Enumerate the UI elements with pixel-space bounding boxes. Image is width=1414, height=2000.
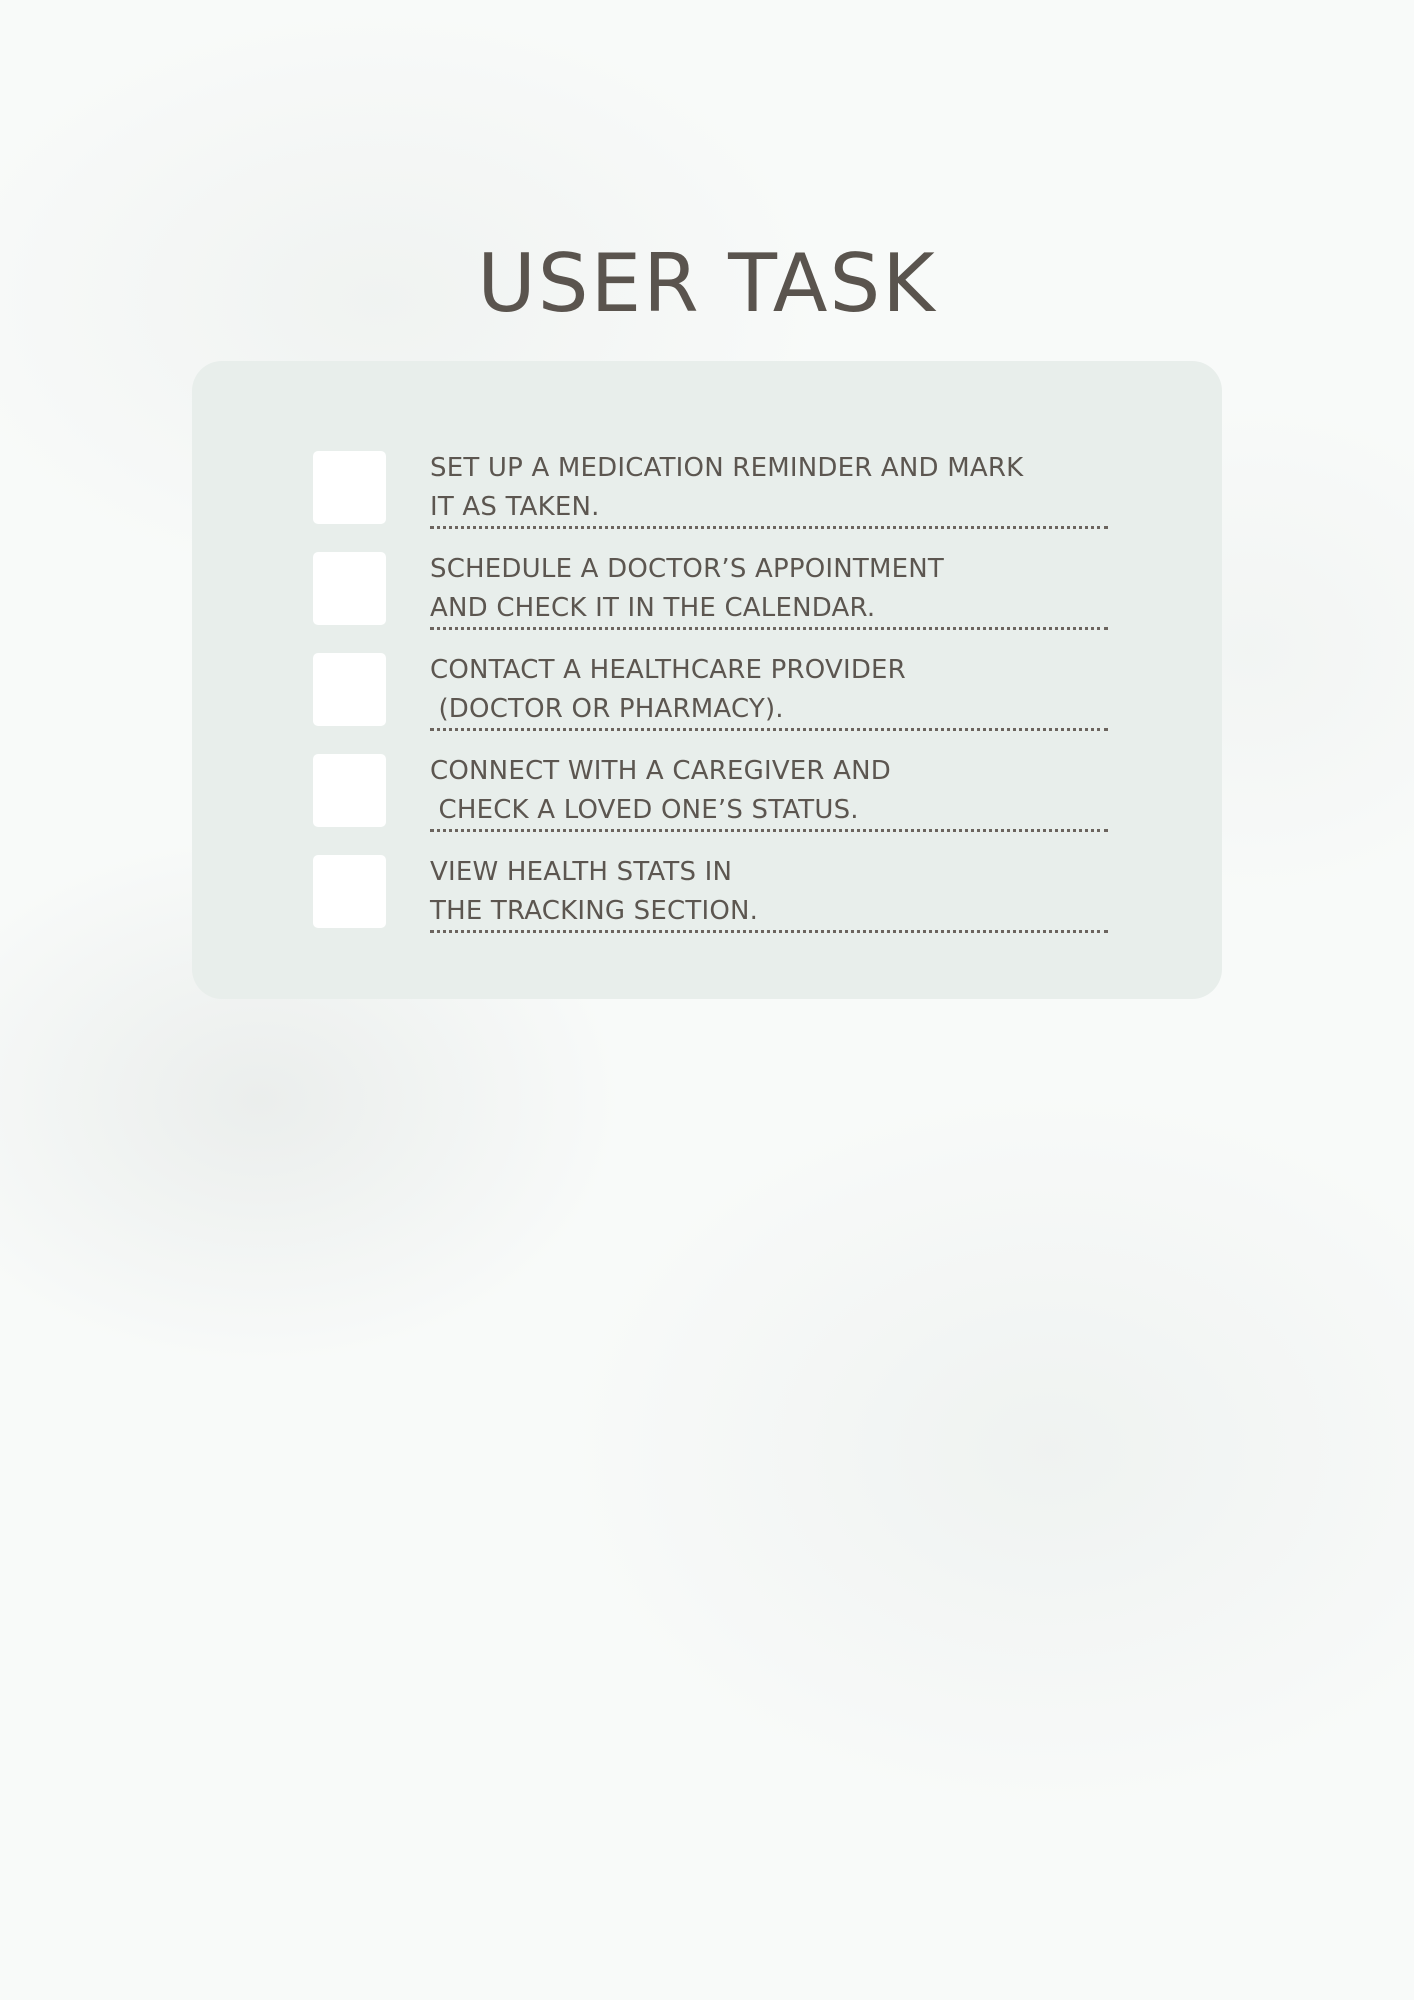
task-checkbox[interactable] — [313, 855, 386, 928]
task-text-line: CONTACT A HEALTHCARE PROVIDER — [430, 655, 906, 685]
task-item: CONTACT A HEALTHCARE PROVIDER (DOCTOR OR… — [313, 653, 1108, 754]
task-text-line-underlined: THE TRACKING SECTION. — [430, 892, 1108, 933]
task-text: CONTACT A HEALTHCARE PROVIDER (DOCTOR OR… — [430, 650, 1108, 731]
task-text-line-underlined: AND CHECK IT IN THE CALENDAR. — [430, 589, 1108, 630]
task-text-line-underlined: CHECK A LOVED ONE’S STATUS. — [430, 791, 1108, 832]
task-text-line: VIEW HEALTH STATS IN — [430, 857, 733, 887]
task-checkbox[interactable] — [313, 653, 386, 726]
task-text: SET UP A MEDICATION REMINDER AND MARK IT… — [430, 448, 1108, 529]
task-text-line: SCHEDULE A DOCTOR’S APPOINTMENT — [430, 554, 944, 584]
task-checkbox[interactable] — [313, 552, 386, 625]
task-list: SET UP A MEDICATION REMINDER AND MARK IT… — [313, 451, 1108, 956]
page-title: USER TASK — [477, 237, 937, 330]
task-text-line: CONNECT WITH A CAREGIVER AND — [430, 756, 892, 786]
task-item: VIEW HEALTH STATS IN THE TRACKING SECTIO… — [313, 855, 1108, 956]
task-text-line-underlined: IT AS TAKEN. — [430, 488, 1108, 529]
task-text: CONNECT WITH A CAREGIVER AND CHECK A LOV… — [430, 751, 1108, 832]
task-item: CONNECT WITH A CAREGIVER AND CHECK A LOV… — [313, 754, 1108, 855]
task-item: SET UP A MEDICATION REMINDER AND MARK IT… — [313, 451, 1108, 552]
task-text: VIEW HEALTH STATS IN THE TRACKING SECTIO… — [430, 852, 1108, 933]
task-card: SET UP A MEDICATION REMINDER AND MARK IT… — [192, 361, 1222, 999]
task-checkbox[interactable] — [313, 451, 386, 524]
task-text: SCHEDULE A DOCTOR’S APPOINTMENT AND CHEC… — [430, 549, 1108, 630]
task-text-line-underlined: (DOCTOR OR PHARMACY). — [430, 690, 1108, 731]
task-checkbox[interactable] — [313, 754, 386, 827]
task-text-line: SET UP A MEDICATION REMINDER AND MARK — [430, 453, 1024, 483]
task-item: SCHEDULE A DOCTOR’S APPOINTMENT AND CHEC… — [313, 552, 1108, 653]
